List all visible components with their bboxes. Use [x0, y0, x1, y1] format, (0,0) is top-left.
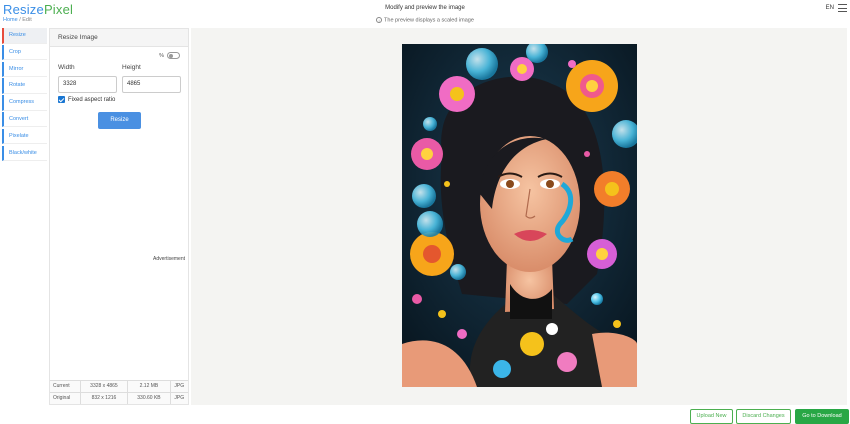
image-info-table: Current 3328 x 4865 2.12 MB JPG Original… [50, 379, 188, 404]
upload-new-button[interactable]: Upload New [690, 409, 733, 424]
resize-panel: Resize Image % Width Height 3328 4865 Fi… [49, 28, 189, 405]
aspect-ratio-label[interactable]: Fixed aspect ratio [68, 97, 115, 103]
sidebar-item-convert[interactable]: Convert [2, 111, 47, 128]
percent-toggle-group: % [159, 52, 180, 59]
sidebar-item-crop[interactable]: Crop [2, 44, 47, 61]
row-label: Original [50, 391, 81, 404]
width-input[interactable]: 3328 [58, 76, 117, 93]
size-cell: 330.60 KB [127, 391, 171, 404]
table-row: Current 3328 x 4865 2.12 MB JPG [50, 379, 188, 392]
sidebar-item-resize[interactable]: Resize [2, 28, 47, 44]
discard-changes-button[interactable]: Discard Changes [736, 409, 791, 424]
page-title: Modify and preview the image [385, 5, 465, 11]
info-icon: i [376, 17, 383, 23]
hamburger-menu-icon[interactable] [838, 4, 847, 12]
language-selector[interactable]: EN [826, 5, 834, 11]
row-label: Current [50, 379, 81, 392]
height-label: Height [122, 64, 141, 71]
panel-title: Resize Image [50, 29, 188, 47]
sidebar-item-rotate[interactable]: Rotate [2, 78, 47, 94]
sidebar-item-pixelate[interactable]: Pixelate [2, 128, 47, 145]
aspect-ratio-checkbox[interactable] [58, 96, 65, 103]
format-cell: JPG [170, 379, 188, 392]
aspect-ratio-row: Fixed aspect ratio [58, 96, 115, 103]
size-cell: 2.12 MB [127, 379, 171, 392]
subtitle-text: The preview displays a scaled image [384, 17, 474, 24]
dimensions-cell: 3328 x 4865 [80, 379, 129, 392]
resizepixel-editor: ResizePixel Home / Edit Modify and previ… [0, 0, 850, 424]
preview-image [402, 44, 637, 387]
width-label: Width [58, 64, 75, 71]
height-input[interactable]: 4865 [122, 76, 181, 93]
sidebar-item-black-white[interactable]: Black/white [2, 145, 47, 162]
dimensions-cell: 832 x 1216 [80, 391, 129, 404]
advertisement-label: Advertisement [153, 256, 185, 262]
go-to-download-button[interactable]: Go to Download [795, 409, 849, 424]
percent-label: % [159, 52, 164, 59]
table-row: Original 832 x 1216 330.60 KB JPG [50, 391, 188, 404]
resize-button[interactable]: Resize [98, 112, 141, 129]
sidebar-item-compress[interactable]: Compress [2, 95, 47, 111]
preview-area [191, 28, 847, 405]
preview-image-illustration [402, 44, 637, 387]
page-subtitle: i The preview displays a scaled image [0, 17, 850, 23]
format-cell: JPG [170, 391, 188, 404]
sidebar-item-mirror[interactable]: Mirror [2, 61, 47, 78]
tool-sidebar: Resize Crop Mirror Rotate Compress Conve… [2, 28, 47, 162]
percent-toggle[interactable] [167, 52, 180, 59]
